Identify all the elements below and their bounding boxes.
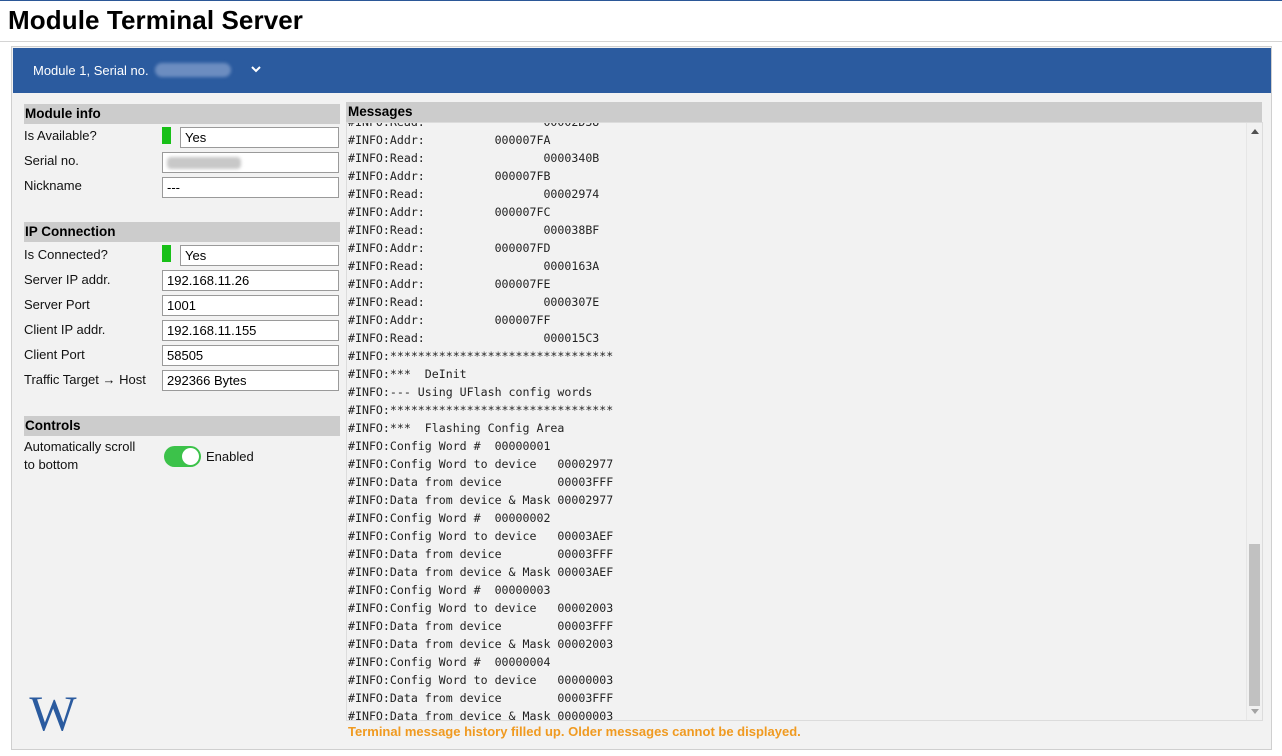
app-header: Module Terminal Server — [0, 0, 1282, 42]
message-line: #INFO:Data from device 00003FFF — [348, 475, 614, 489]
message-line: #INFO:Config Word to device 00002977 — [348, 457, 614, 471]
is-available-field: Yes — [180, 127, 339, 148]
message-line: #INFO:Config Word to device 00002003 — [348, 601, 614, 615]
message-line: #INFO:******************************** — [348, 349, 614, 363]
autoscroll-toggle[interactable] — [164, 446, 201, 467]
message-line: #INFO:Addr: 000007FC — [348, 205, 551, 219]
message-line: #INFO:Config Word # 00000004 — [348, 655, 551, 669]
traffic-field: 292366 Bytes — [162, 370, 339, 391]
server-ip-field: 192.168.11.26 — [162, 270, 339, 291]
message-line: #INFO:Config Word # 00000003 — [348, 583, 551, 597]
message-line: #INFO:Data from device 00003FFF — [348, 547, 614, 561]
message-line: #INFO:Config Word to device 00003AEF — [348, 529, 614, 543]
module-selector-label: Module 1, Serial no. — [33, 63, 231, 78]
serial-redacted-value — [167, 157, 241, 169]
scrollbar-thumb[interactable] — [1249, 544, 1260, 706]
messages-heading: Messages — [346, 102, 1262, 122]
nickname-label: Nickname — [24, 178, 82, 193]
ip-connection-heading: IP Connection — [24, 222, 340, 242]
controls-heading: Controls — [24, 416, 340, 436]
message-line: #INFO:Addr: 000007FB — [348, 169, 551, 183]
messages-terminal[interactable]: #INFO:Read: 00002D38 #INFO:Addr: 000007FA… — [346, 122, 1263, 721]
message-line: #INFO:Data from device & Mask 00002003 — [348, 637, 614, 651]
module-selector[interactable]: Module 1, Serial no. — [13, 48, 1271, 93]
message-line: #INFO:Data from device & Mask 00003AEF — [348, 565, 614, 579]
message-line: #INFO:******************************** — [348, 403, 614, 417]
message-line: #INFO:Data from device & Mask 00002977 — [348, 493, 614, 507]
logo-letter: W — [29, 690, 77, 736]
autoscroll-label-line2: to bottom — [24, 457, 79, 472]
message-line: #INFO:Data from device 00003FFF — [348, 691, 614, 705]
message-line: #INFO:Read: 0000163A — [348, 259, 600, 273]
scroll-up-arrow-icon[interactable] — [1251, 129, 1259, 134]
message-line: #INFO:*** Flashing Config Area — [348, 421, 565, 435]
message-line: #INFO:Read: 0000340B — [348, 151, 600, 165]
module-selector-text: Module 1, Serial no. — [33, 63, 149, 78]
message-line: #INFO:Addr: 000007FE — [348, 277, 551, 291]
message-line: #INFO:Read: 000038BF — [348, 223, 600, 237]
message-line: #INFO:--- Using UFlash config words — [348, 385, 593, 399]
module-info-heading: Module info — [24, 104, 340, 124]
history-warning: Terminal message history filled up. Olde… — [348, 724, 801, 739]
autoscroll-label-line1: Automatically scroll — [24, 439, 136, 454]
message-line: #INFO:Data from device & Mask 00000003 — [348, 709, 614, 721]
serial-field — [162, 152, 339, 173]
chevron-down-icon[interactable] — [249, 62, 263, 76]
scroll-down-arrow-icon[interactable] — [1251, 709, 1259, 714]
serial-label: Serial no. — [24, 153, 79, 168]
server-ip-label: Server IP addr. — [24, 272, 111, 287]
message-line: #INFO:Config Word # 00000001 — [348, 439, 551, 453]
message-line: #INFO:Config Word to device 00000003 — [348, 673, 614, 687]
availability-indicator — [162, 127, 171, 144]
server-port-field: 1001 — [162, 295, 339, 316]
is-available-label: Is Available? — [24, 128, 97, 143]
traffic-label: Traffic Target → Host — [24, 372, 146, 387]
client-ip-label: Client IP addr. — [24, 322, 106, 337]
message-line: #INFO:Data from device 00003FFF — [348, 619, 614, 633]
message-line: #INFO:Read: 0000307E — [348, 295, 600, 309]
message-line: #INFO:Config Word # 00000002 — [348, 511, 551, 525]
is-connected-label: Is Connected? — [24, 247, 108, 262]
nickname-field[interactable]: --- — [162, 177, 339, 198]
message-line: #INFO:Read: 000015C3 — [348, 331, 600, 345]
client-port-field: 58505 — [162, 345, 339, 366]
w-logo-icon: W — [29, 690, 77, 736]
server-port-label: Server Port — [24, 297, 90, 312]
message-list: #INFO:Read: 00002D38 #INFO:Addr: 000007FA… — [348, 122, 614, 721]
message-line: #INFO:*** DeInit — [348, 367, 467, 381]
toggle-knob — [182, 448, 199, 465]
messages-scrollbar[interactable] — [1246, 123, 1262, 720]
message-line: #INFO:Addr: 000007FD — [348, 241, 551, 255]
client-ip-field: 192.168.11.155 — [162, 320, 339, 341]
page-title: Module Terminal Server — [8, 5, 304, 35]
message-line: #INFO:Read: 00002974 — [348, 187, 600, 201]
client-port-label: Client Port — [24, 347, 85, 362]
message-line: #INFO:Read: 00002D38 — [348, 122, 600, 129]
message-line: #INFO:Addr: 000007FA — [348, 133, 551, 147]
message-line: #INFO:Addr: 000007FF — [348, 313, 551, 327]
connection-indicator — [162, 245, 171, 262]
is-connected-field: Yes — [180, 245, 339, 266]
autoscroll-state: Enabled — [206, 449, 254, 464]
serial-redacted — [154, 63, 231, 77]
